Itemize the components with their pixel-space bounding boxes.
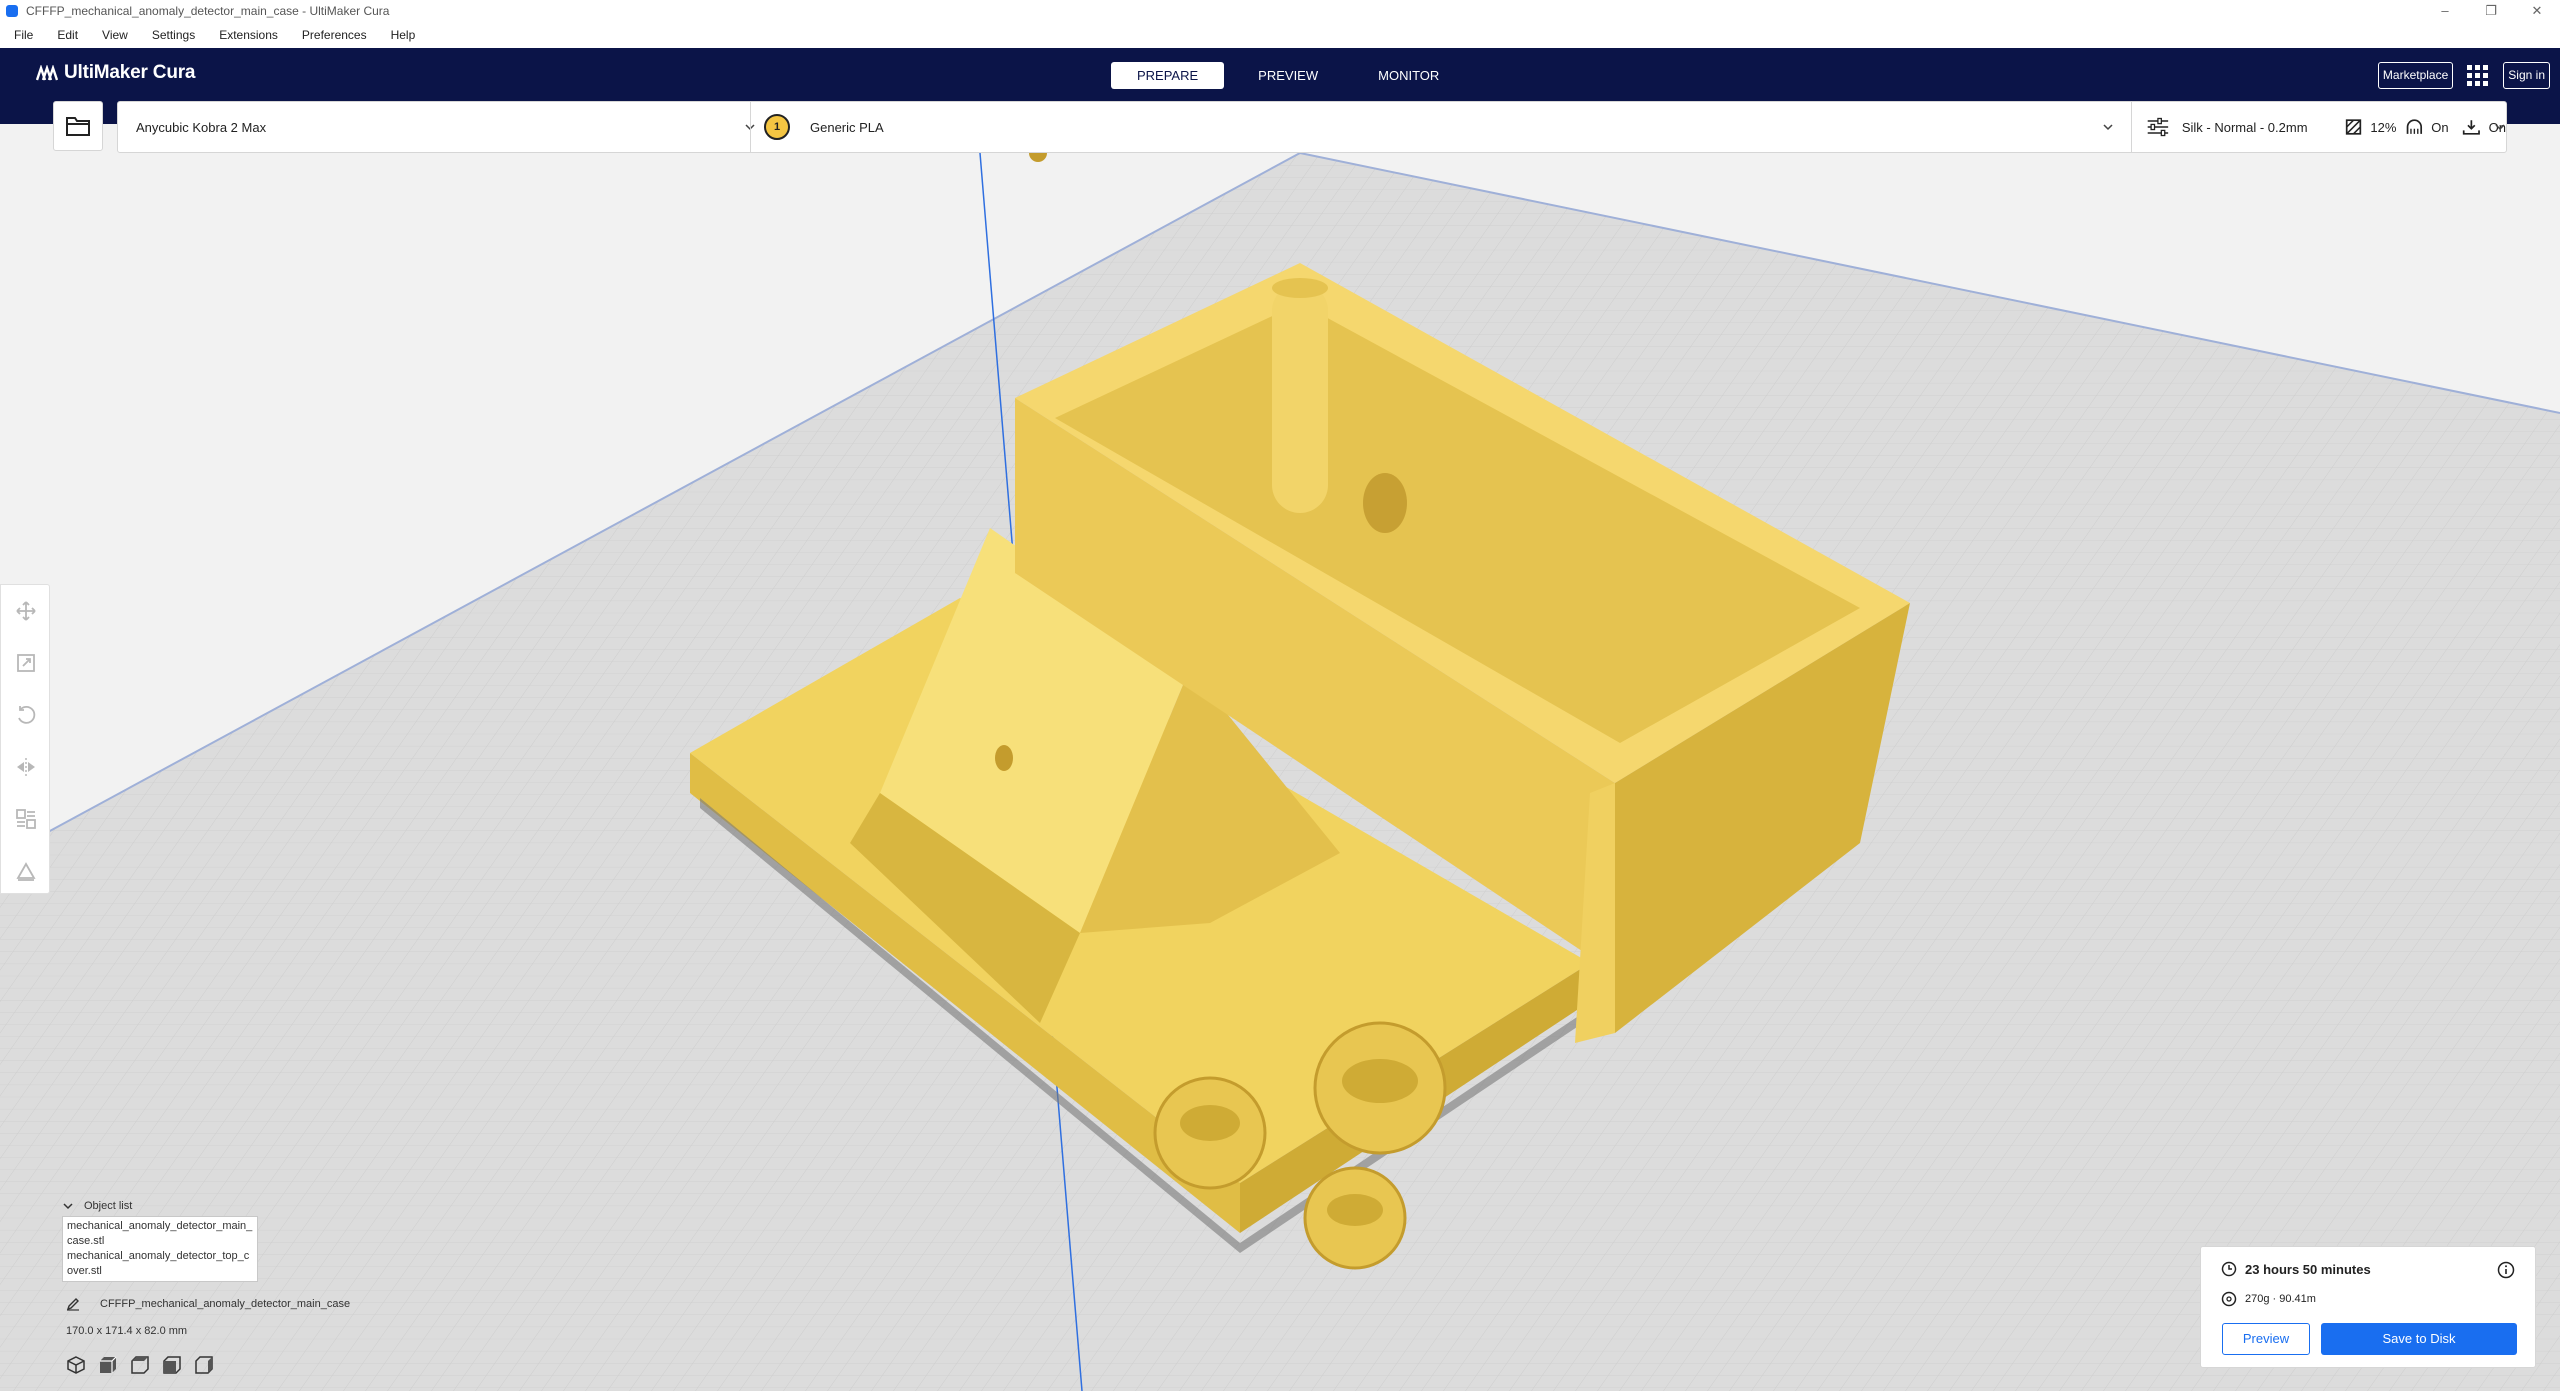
view-front-button[interactable]	[98, 1355, 118, 1375]
tool-panel	[0, 584, 50, 894]
job-name[interactable]: CFFFP_mechanical_anomaly_detector_main_c…	[100, 1298, 350, 1310]
3d-viewport[interactable]	[0, 153, 2560, 1391]
rotate-tool-button[interactable]	[1, 689, 51, 741]
job-specs-bar: Anycubic Kobra 2 Max 1 Generic PLA Silk …	[117, 101, 2507, 153]
list-item[interactable]: mechanical_anomaly_detector_main_case.st…	[67, 1219, 253, 1249]
model-dimensions: 170.0 x 171.4 x 82.0 mm	[66, 1325, 188, 1337]
cube-front-icon	[100, 1356, 117, 1373]
move-icon	[16, 601, 36, 621]
object-list-panel: Object list mechanical_anomaly_detector_…	[62, 1200, 258, 1282]
move-tool-button[interactable]	[1, 585, 51, 637]
profile-name: Silk - Normal - 0.2mm	[2181, 119, 2308, 135]
marketplace-button[interactable]: Marketplace	[2377, 62, 2454, 89]
spool-icon	[2221, 1291, 2237, 1307]
adhesion-icon	[2462, 120, 2480, 135]
cube-right-icon	[195, 1356, 213, 1374]
object-list-header[interactable]: Object list	[62, 1200, 258, 1212]
stage-tabs: PREPARE PREVIEW MONITOR	[1111, 62, 1473, 89]
per-model-settings-button[interactable]	[1, 793, 51, 845]
menu-extensions[interactable]: Extensions	[219, 28, 278, 42]
settings-sliders-icon	[2147, 117, 2169, 137]
menu-view[interactable]: View	[102, 28, 128, 42]
print-time-row: 23 hours 50 minutes	[2221, 1261, 2371, 1277]
scale-tool-button[interactable]	[1, 637, 51, 689]
material-name: Generic PLA	[810, 119, 884, 135]
support-icon	[2406, 119, 2422, 134]
tab-preview[interactable]: PREVIEW	[1232, 62, 1344, 89]
menu-file[interactable]: File	[14, 28, 33, 42]
infill-icon	[2346, 119, 2362, 135]
preview-button[interactable]: Preview	[2222, 1323, 2310, 1355]
view-3d-button[interactable]	[66, 1355, 86, 1375]
mirror-tool-button[interactable]	[1, 741, 51, 793]
support-blocker-button[interactable]	[1, 845, 51, 897]
cube-top-icon	[131, 1356, 149, 1374]
per-model-settings-icon	[16, 809, 36, 829]
list-item[interactable]: mechanical_anomaly_detector_top_cover.st…	[67, 1249, 253, 1279]
menu-settings[interactable]: Settings	[152, 28, 195, 42]
print-time: 23 hours 50 minutes	[2245, 1261, 2371, 1277]
clock-icon	[2221, 1261, 2237, 1277]
object-list: mechanical_anomaly_detector_main_case.st…	[62, 1216, 258, 1282]
ultimaker-logo-icon	[36, 65, 58, 81]
minimize-button[interactable]: –	[2422, 0, 2468, 22]
menu-bar: File Edit View Settings Extensions Prefe…	[0, 22, 2560, 48]
material-selector[interactable]: 1 Generic PLA	[764, 102, 2114, 152]
view-left-button[interactable]	[162, 1355, 182, 1375]
view-orientation-buttons	[66, 1355, 226, 1375]
view-top-button[interactable]	[130, 1355, 150, 1375]
tab-monitor[interactable]: MONITOR	[1352, 62, 1465, 89]
object-list-title: Object list	[84, 1200, 133, 1212]
window-controls: – ❐ ✕	[2422, 0, 2560, 22]
cube-left-icon	[163, 1356, 181, 1374]
printer-name: Anycubic Kobra 2 Max	[136, 119, 267, 135]
infill-value: 12%	[2370, 119, 2397, 135]
save-to-disk-button[interactable]: Save to Disk	[2321, 1323, 2517, 1355]
window-titlebar: CFFFP_mechanical_anomaly_detector_main_c…	[0, 0, 2560, 22]
chevron-down-icon	[2103, 124, 2113, 131]
signin-button[interactable]: Sign in	[2503, 62, 2550, 89]
build-plate-scene[interactable]	[0, 153, 2560, 1391]
material-usage-row: 270g · 90.41m	[2221, 1291, 2316, 1307]
print-summary-card: 23 hours 50 minutes 270g · 90.41m Previe…	[2200, 1246, 2536, 1368]
chevron-down-icon	[2495, 124, 2505, 131]
window-title: CFFFP_mechanical_anomaly_detector_main_c…	[26, 4, 390, 18]
chevron-down-icon	[63, 1203, 73, 1210]
job-name-row: CFFFP_mechanical_anomaly_detector_main_c…	[66, 1297, 350, 1311]
cube-3d-icon	[67, 1356, 85, 1374]
info-icon[interactable]	[2497, 1261, 2515, 1279]
support-value: On	[2431, 119, 2449, 135]
ultimaker-logo: UltiMaker Cura	[36, 62, 195, 84]
printer-selector[interactable]: Anycubic Kobra 2 Max	[136, 102, 756, 152]
view-right-button[interactable]	[194, 1355, 214, 1375]
cura-app-icon	[6, 5, 18, 17]
menu-help[interactable]: Help	[391, 28, 416, 42]
pencil-icon[interactable]	[66, 1297, 80, 1311]
support-blocker-icon	[16, 862, 36, 881]
tab-prepare[interactable]: PREPARE	[1111, 62, 1225, 89]
scale-icon	[17, 654, 35, 672]
menu-edit[interactable]: Edit	[57, 28, 78, 42]
apps-grid-icon[interactable]	[2467, 64, 2489, 87]
material-usage: 270g · 90.41m	[2245, 1293, 2316, 1305]
mirror-icon	[17, 758, 35, 776]
open-file-button[interactable]	[53, 101, 103, 151]
close-button[interactable]: ✕	[2514, 0, 2560, 22]
extruder-badge: 1	[764, 114, 790, 140]
folder-icon	[66, 117, 90, 136]
logo-text: UltiMaker Cura	[64, 62, 196, 83]
menu-preferences[interactable]: Preferences	[302, 28, 367, 42]
rotate-icon	[18, 705, 36, 724]
restore-button[interactable]: ❐	[2468, 0, 2514, 22]
header-actions: Marketplace Sign in	[2377, 62, 2550, 89]
print-settings-selector[interactable]: Silk - Normal - 0.2mm 12% On On	[2146, 102, 2506, 152]
